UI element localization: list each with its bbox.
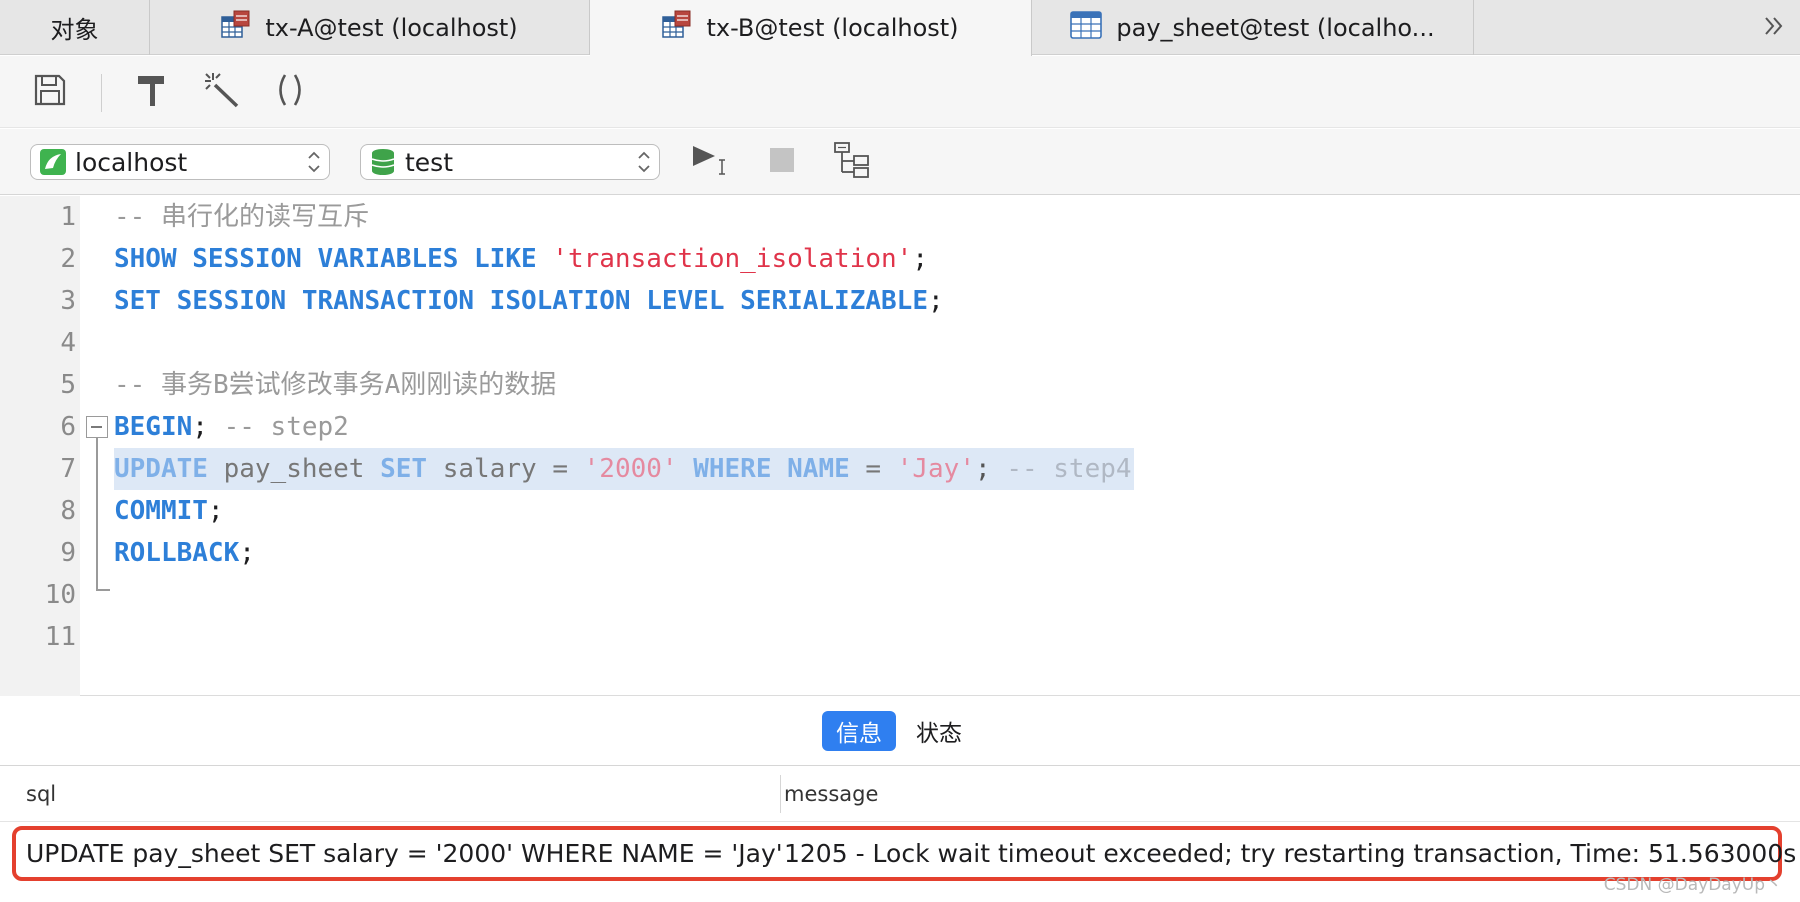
line-number: 3 — [60, 286, 76, 316]
updown-arrows-icon — [637, 149, 651, 175]
editor-toolbar — [0, 56, 1800, 128]
line-number: 5 — [60, 370, 76, 400]
fold-guide — [96, 438, 98, 590]
database-icon — [369, 148, 397, 176]
tab-objects[interactable]: 对象 — [0, 0, 150, 55]
code-token: ; — [239, 538, 255, 568]
tab-info[interactable]: 信息 — [822, 711, 896, 751]
code-token: -- 事务B尝试修改事务A刚刚读的数据 — [114, 370, 557, 400]
code-line[interactable]: SET SESSION TRANSACTION ISOLATION LEVEL … — [114, 280, 944, 322]
tab-tx-b[interactable]: tx-B@test (localhost) — [590, 0, 1032, 56]
line-number: 10 — [44, 580, 76, 610]
code-token: -- step4 — [1006, 454, 1132, 484]
watermark: CSDN @DayDayUp丶 — [1603, 875, 1782, 895]
line-number: 4 — [60, 328, 76, 358]
tab-pay-sheet-label: pay_sheet@test (localho... — [1116, 13, 1435, 42]
play-icon — [689, 140, 733, 184]
line-number: 7 — [60, 454, 76, 484]
code-line[interactable]: ROLLBACK; — [114, 532, 255, 574]
sql-editor[interactable]: 1 2 3 4 5 6 7 8 9 10 11 -- 串行化的读写互斥 SHOW SESSION VA… — [0, 196, 1800, 696]
code-token: COMMIT — [114, 496, 208, 526]
database-select-value: test — [405, 147, 454, 177]
line-number: 6 — [60, 412, 76, 442]
code-line[interactable]: -- 事务B尝试修改事务A刚刚读的数据 — [114, 364, 556, 406]
hammer-icon — [134, 72, 170, 112]
tab-status[interactable]: 状态 — [902, 711, 976, 751]
code-token: WHERE NAME — [693, 454, 866, 484]
code-token: salary = — [442, 454, 584, 484]
code-token: SET SESSION TRANSACTION ISOLATION LEVEL … — [114, 286, 928, 316]
results-table: sql message UPDATE pay_sheet SET salary … — [0, 767, 1800, 902]
code-token: -- step2 — [223, 412, 349, 442]
toolbar-divider — [101, 74, 102, 112]
explain-tree-icon — [832, 140, 872, 184]
query-icon — [221, 10, 251, 46]
result-cell-sql[interactable]: UPDATE pay_sheet SET salary = '2000' WHE… — [26, 830, 783, 877]
beautify-sql-button[interactable] — [202, 72, 242, 112]
chevron-double-right-icon — [1761, 13, 1787, 43]
line-number: 2 — [60, 244, 76, 274]
fold-guide-end — [96, 589, 110, 591]
connection-icon — [39, 148, 67, 176]
code-token: 'Jay' — [896, 454, 975, 484]
database-select[interactable]: test — [360, 144, 660, 180]
connection-select-value: localhost — [75, 147, 188, 177]
code-token: ; — [927, 286, 944, 316]
parentheses-icon — [272, 72, 308, 112]
save-icon — [32, 72, 68, 112]
column-divider[interactable] — [780, 775, 781, 813]
updown-arrows-icon — [307, 149, 321, 175]
code-token: ; — [192, 412, 224, 442]
magic-wand-icon — [203, 71, 241, 113]
query-tab-bar: 对象 tx-A@test (localhost) tx-B@test (loca… — [0, 0, 1800, 56]
code-token: BEGIN — [114, 412, 193, 442]
line-number-gutter: 1 2 3 4 5 6 7 8 9 10 11 — [0, 196, 80, 696]
column-header-message[interactable]: message — [784, 767, 878, 821]
line-number: 1 — [60, 202, 76, 232]
fold-toggle[interactable] — [86, 416, 108, 438]
stop-icon — [768, 146, 796, 178]
query-icon — [662, 10, 692, 46]
code-token: pay_sheet — [223, 454, 381, 484]
tab-tx-b-label: tx-B@test (localhost) — [706, 14, 959, 42]
tab-overflow-button[interactable] — [1754, 0, 1794, 55]
header-divider — [0, 821, 1800, 822]
result-tabs: 信息 状态 — [0, 697, 1800, 766]
save-button[interactable] — [30, 72, 70, 112]
line-number: 11 — [44, 622, 76, 652]
code-token: SET — [380, 454, 443, 484]
code-line[interactable]: BEGIN; -- step2 — [114, 406, 349, 448]
code-line[interactable]: UPDATE pay_sheet SET salary = '2000' WHE… — [114, 448, 1134, 490]
code-token: SHOW SESSION VARIABLES LIKE — [114, 244, 553, 274]
code-token: '2000' — [583, 454, 694, 484]
code-token: ROLLBACK — [114, 538, 240, 568]
build-sql-button[interactable] — [132, 72, 172, 112]
code-line[interactable]: -- 串行化的读写互斥 — [114, 196, 369, 238]
code-line[interactable]: SHOW SESSION VARIABLES LIKE 'transaction… — [114, 238, 928, 280]
code-line[interactable]: COMMIT; — [114, 490, 224, 532]
column-header-sql[interactable]: sql — [26, 767, 56, 821]
explain-button[interactable] — [828, 139, 876, 185]
connection-bar: localhost test — [0, 129, 1800, 195]
code-token: = — [865, 454, 897, 484]
tab-pay-sheet[interactable]: pay_sheet@test (localho... — [1032, 0, 1474, 55]
code-token: ; — [975, 454, 1007, 484]
table-icon — [1070, 10, 1103, 46]
code-token: UPDATE — [114, 454, 224, 484]
code-token: 'transaction_isolation' — [552, 244, 913, 274]
stop-button[interactable] — [762, 139, 802, 185]
tab-tx-a-label: tx-A@test (localhost) — [265, 13, 518, 42]
line-number: 9 — [60, 538, 76, 568]
code-token: ; — [207, 496, 224, 526]
code-wrap-button[interactable] — [270, 72, 310, 112]
line-number: 8 — [60, 496, 76, 526]
tab-tx-a[interactable]: tx-A@test (localhost) — [150, 0, 590, 55]
code-token: ; — [912, 244, 928, 274]
code-token: -- 串行化的读写互斥 — [114, 202, 369, 232]
connection-select[interactable]: localhost — [30, 144, 330, 180]
tab-objects-label: 对象 — [50, 16, 99, 44]
run-button[interactable] — [686, 139, 736, 185]
